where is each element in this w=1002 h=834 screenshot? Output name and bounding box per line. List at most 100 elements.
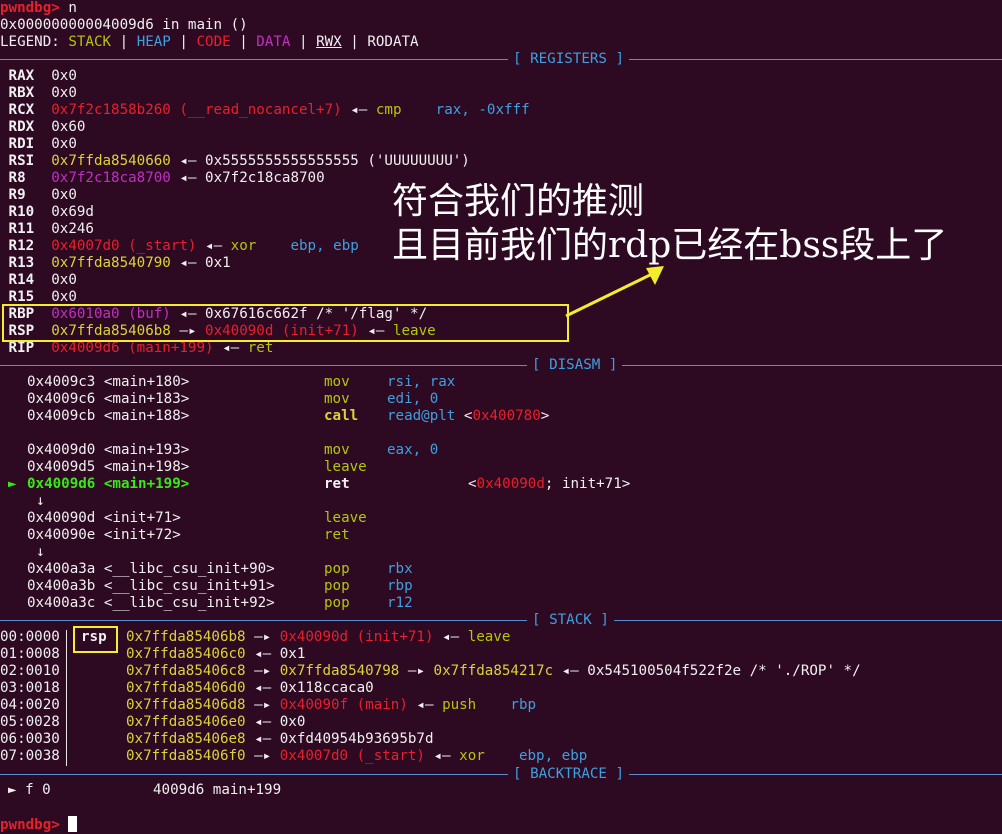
legend-separator: | bbox=[290, 34, 317, 50]
register-value: 0x69d bbox=[51, 204, 94, 220]
register-rdi: RDI 0x0 bbox=[0, 136, 77, 153]
stack-row: 03:0018 bbox=[0, 680, 60, 697]
register-instr: xor bbox=[230, 238, 257, 254]
prompt-input-line[interactable]: pwndbg> bbox=[0, 816, 78, 833]
register-rbx: RBX 0x0 bbox=[0, 85, 77, 102]
stack-section-title: [ STACK ] bbox=[527, 612, 614, 629]
disasm-addr: 0x4009cb bbox=[27, 408, 96, 424]
stack-arrow: —▸ bbox=[245, 663, 280, 679]
disasm-addr: 0x4009c3 bbox=[27, 374, 96, 390]
disasm-addr: 0x40090d bbox=[27, 510, 96, 526]
stack-addr: 0x7ffda85406b8 bbox=[126, 629, 246, 645]
stack-row-content: 0x7ffda85406d0 ◂— 0x118ccaca0 bbox=[126, 680, 374, 697]
stack-index-divider bbox=[66, 630, 67, 766]
stack-row: 06:0030 bbox=[0, 731, 60, 748]
register-r14: R14 0x0 bbox=[0, 272, 77, 289]
stack-addr: 0x7ffda85406e8 bbox=[126, 731, 246, 747]
disasm-line: 0x4009d0 <main+193> bbox=[27, 442, 189, 459]
backtrace-separator bbox=[0, 774, 1002, 775]
disasm-addr: 0x400a3a bbox=[27, 561, 96, 577]
legend-code: CODE bbox=[196, 34, 231, 50]
stack-arrow: —▸ bbox=[399, 663, 434, 679]
prompt-line: pwndbg> n bbox=[0, 0, 77, 17]
register-deref: 0x7f2c18ca8700 bbox=[205, 170, 325, 186]
stack-row: 01:0008 bbox=[0, 646, 60, 663]
stack-arrow: ◂— bbox=[424, 748, 460, 764]
location-line: 0x00000000004009d6 in main () bbox=[0, 17, 248, 33]
disasm-call-target-name: read@plt bbox=[387, 408, 456, 424]
disasm-line: 0x4009cb <main+188> bbox=[27, 408, 189, 425]
disasm-line: 0x4009d5 <main+198> bbox=[27, 459, 189, 476]
register-arrow: ◂— bbox=[213, 340, 248, 356]
stack-index: 06:0030 bbox=[0, 731, 60, 747]
disasm-section-title: [ DISASM ] bbox=[527, 357, 623, 374]
stack-row-content: 0x7ffda85406c0 ◂— 0x1 bbox=[126, 646, 305, 663]
legend-separator: | bbox=[111, 34, 137, 50]
stack-instr: leave bbox=[467, 629, 511, 645]
disasm-ret-target-sym: ; init+71> bbox=[544, 476, 631, 492]
legend-separator: | bbox=[341, 34, 368, 50]
legend-rwx: RWX bbox=[316, 34, 342, 50]
register-instr: ret bbox=[247, 340, 274, 356]
disasm-args: read@plt <0x400780> bbox=[387, 408, 550, 424]
register-value: 0x0 bbox=[51, 68, 77, 84]
disasm-op: ret bbox=[324, 476, 350, 492]
register-value: 0x246 bbox=[51, 221, 94, 237]
annotation-line-2: 且目前我们的rdp已经在bss段上了 bbox=[392, 225, 948, 266]
register-r8: R8 0x7f2c18ca8700 ◂— 0x7f2c18ca8700 bbox=[0, 170, 325, 187]
disasm-addr: 0x4009d5 bbox=[27, 459, 96, 475]
legend-separator: | bbox=[230, 34, 257, 50]
stack-value: 0x1 bbox=[279, 646, 306, 662]
stack-value: 0x40090d (init+71) bbox=[279, 629, 434, 645]
disasm-args: r12 bbox=[387, 595, 413, 611]
stack-index: 05:0028 bbox=[0, 714, 60, 730]
stack-row: 04:0020 bbox=[0, 697, 60, 714]
stack-row-content: 0x7ffda85406e8 ◂— 0xfd40954b93695b7d bbox=[126, 731, 434, 748]
register-instr-args: rax, -0xfff bbox=[435, 102, 530, 118]
disasm-line: 0x40090e <init+72> bbox=[27, 527, 181, 544]
registers-section-title: [ REGISTERS ] bbox=[508, 51, 630, 68]
disasm-addr: 0x400a3b bbox=[27, 578, 96, 594]
register-r9: R9 0x0 bbox=[0, 187, 77, 204]
register-rsi: RSI 0x7ffda8540660 ◂— 0x5555555555555555… bbox=[0, 153, 470, 170]
register-deref: 0x5555555555555555 ('UUUUUUUU') bbox=[205, 153, 470, 169]
stack-arrow: —▸ bbox=[245, 629, 280, 645]
stack-row-content: 0x7ffda85406f0 —▸ 0x4007d0 (_start) ◂— x… bbox=[126, 748, 587, 765]
terminal-cursor bbox=[68, 816, 78, 832]
stack-row-content: 0x7ffda85406b8 —▸ 0x40090d (init+71) ◂— … bbox=[126, 629, 510, 646]
disasm-line: 0x4009c6 <main+183> bbox=[27, 391, 189, 408]
register-name: RDX bbox=[8, 119, 35, 135]
register-name: R10 bbox=[8, 204, 35, 220]
register-arrow: ◂— bbox=[170, 153, 206, 169]
register-deref: 0x1 bbox=[205, 255, 231, 271]
register-name: R12 bbox=[8, 238, 35, 254]
disasm-addr: 0x40090e bbox=[27, 527, 96, 543]
disasm-args: rbx bbox=[387, 561, 413, 577]
stack-arrow: ◂— bbox=[553, 663, 588, 679]
register-arrow: ◂— bbox=[170, 255, 206, 271]
disasm-line: 0x40090d <init+71> bbox=[27, 510, 181, 527]
disasm-separator bbox=[0, 365, 1002, 366]
stack-value: 0x7ffda8540798 bbox=[279, 663, 400, 679]
register-arrow: ◂— bbox=[196, 238, 231, 254]
disasm-line: 0x4009c3 <main+180> bbox=[27, 374, 189, 391]
register-arrow: ◂— bbox=[341, 102, 376, 118]
disasm-op: leave bbox=[324, 459, 367, 475]
stack-value: 0x7ffda854217c bbox=[433, 663, 554, 679]
disasm-sym: <__libc_csu_init+92> bbox=[103, 595, 275, 611]
stack-addr: 0x7ffda85406c0 bbox=[126, 646, 246, 662]
flow-down-arrow: ↓ bbox=[36, 493, 45, 509]
stack-value: 0xfd40954b93695b7d bbox=[279, 731, 434, 747]
current-instruction-marker: ► bbox=[8, 476, 17, 492]
stack-value: 0x0 bbox=[279, 714, 306, 730]
legend-rodata: RODATA bbox=[367, 34, 419, 50]
register-arrow: ◂— bbox=[170, 170, 206, 186]
disasm-sym: <init+71> bbox=[103, 510, 181, 526]
stack-row-content: 0x7ffda85406e0 ◂— 0x0 bbox=[126, 714, 305, 731]
disasm-args: eax, 0 bbox=[387, 442, 439, 458]
disasm-op: call bbox=[324, 408, 359, 424]
register-instr-args: ebp, ebp bbox=[290, 238, 359, 254]
stack-arrow: ◂— bbox=[245, 714, 280, 730]
register-name: RDI bbox=[8, 136, 35, 152]
legend-label: LEGEND: bbox=[0, 34, 69, 50]
